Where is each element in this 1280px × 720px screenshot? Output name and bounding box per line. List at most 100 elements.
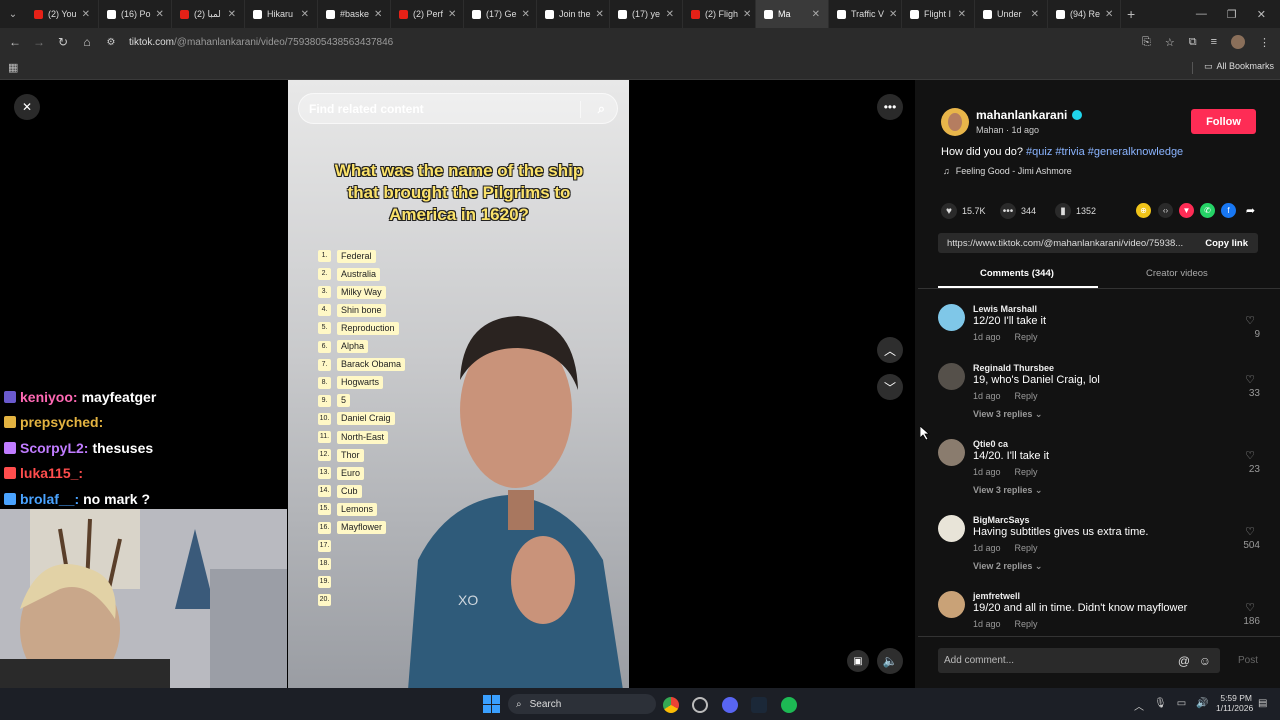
comment-avatar[interactable] (938, 439, 965, 466)
creator-avatar[interactable] (941, 108, 969, 136)
music-info[interactable]: ♫ Feeling Good - Jimi Ashmore (943, 166, 1072, 176)
comment-username[interactable]: Reginald Thursbee (973, 363, 1054, 373)
browser-tab[interactable]: (2) You ✕ (26, 0, 99, 28)
next-video-icon[interactable]: ﹀ (877, 374, 903, 400)
comment-reply-button[interactable]: Reply (1015, 543, 1038, 553)
embed-icon[interactable]: ‹› (1158, 203, 1173, 218)
tab-search-icon[interactable]: ⌄ (0, 9, 26, 20)
caption-hashtags[interactable]: #quiz #trivia #generalknowledge (1026, 146, 1183, 158)
facebook-icon[interactable]: f (1221, 203, 1236, 218)
comment-avatar[interactable] (938, 363, 965, 390)
view-replies-button[interactable]: View 3 replies ⌄ (973, 485, 1042, 496)
browser-tab[interactable]: #baske ✕ (318, 0, 391, 28)
tab-close-icon[interactable]: ✕ (812, 9, 820, 20)
post-button[interactable]: Post (1238, 655, 1258, 666)
tab-close-icon[interactable]: ✕ (958, 9, 966, 20)
close-icon[interactable]: ✕ (14, 94, 40, 120)
tab-close-icon[interactable]: ✕ (666, 9, 674, 20)
taskbar-search[interactable]: ⌕ Search (508, 694, 656, 714)
site-info-icon[interactable]: ⚙ (99, 37, 123, 48)
whatsapp-icon[interactable]: ✆ (1200, 203, 1215, 218)
view-replies-button[interactable]: View 3 replies ⌄ (973, 409, 1042, 420)
notification-icon[interactable]: ▤ (1258, 698, 1267, 709)
tab-close-icon[interactable]: ✕ (596, 9, 604, 20)
comment-reply-button[interactable]: Reply (1015, 619, 1038, 629)
tab-close-icon[interactable]: ✕ (228, 9, 236, 20)
save-stat[interactable]: ▮ 1352 (1055, 203, 1096, 219)
miniplayer-icon[interactable]: ▣ (847, 650, 869, 672)
find-related-search-input[interactable]: Find related content ⌕ (298, 93, 618, 124)
all-bookmarks[interactable]: ▭ All Bookmarks (1204, 61, 1274, 72)
discord-icon[interactable] (722, 697, 738, 713)
follow-button[interactable]: Follow (1191, 109, 1256, 134)
search-icon[interactable]: ⌕ (598, 101, 605, 117)
comment-reply-button[interactable]: Reply (1015, 467, 1038, 477)
comment-reply-button[interactable]: Reply (1015, 332, 1038, 342)
comment-avatar[interactable] (938, 304, 965, 331)
browser-tab[interactable]: (2) Fligh ✕ (683, 0, 756, 28)
tab-close-icon[interactable]: ✕ (889, 9, 897, 20)
home-icon[interactable]: ⌂ (75, 35, 99, 49)
emoji-icon[interactable]: ☺ (1199, 654, 1211, 668)
browser-tab[interactable]: (2) Perf ✕ (391, 0, 464, 28)
tab-close-icon[interactable]: ✕ (82, 9, 90, 20)
browser-tab[interactable]: Flight I ✕ (902, 0, 975, 28)
comment-like-icon[interactable]: ♡ (1240, 601, 1260, 614)
tab-close-icon[interactable]: ✕ (448, 9, 456, 20)
tab-close-icon[interactable]: ✕ (1031, 9, 1039, 20)
coin-share-icon[interactable]: ⊕ (1136, 203, 1151, 218)
forward-icon[interactable]: → (27, 35, 51, 49)
app-icon[interactable] (692, 697, 708, 713)
browser-tab[interactable]: (16) Po ✕ (99, 0, 172, 28)
url-field[interactable]: tiktok.com/@mahanlankarani/video/7593805… (129, 37, 393, 48)
minimize-icon[interactable]: — (1196, 8, 1207, 21)
mention-icon[interactable]: @ (1178, 654, 1190, 668)
spotify-icon[interactable] (781, 697, 797, 713)
volume-icon[interactable]: 🔈 (877, 648, 903, 674)
tab-close-icon[interactable]: ✕ (522, 9, 530, 20)
previous-video-icon[interactable]: ︿ (877, 337, 903, 363)
browser-tab[interactable]: Traffic V ✕ (829, 0, 902, 28)
media-controls-icon[interactable]: ≡ (1211, 36, 1217, 48)
browser-tab[interactable]: (17) Ge ✕ (464, 0, 537, 28)
comment-like-icon[interactable]: ♡ (1240, 314, 1260, 327)
tab-close-icon[interactable]: ✕ (156, 9, 164, 20)
comment-username[interactable]: Lewis Marshall (973, 304, 1037, 314)
comment-avatar[interactable] (938, 515, 965, 542)
view-replies-button[interactable]: View 2 replies ⌄ (973, 561, 1042, 572)
tab-comments[interactable]: Comments (344) (980, 268, 1054, 279)
tray-chevron-icon[interactable]: ︿ (1134, 698, 1144, 713)
browser-tab[interactable]: Ma ✕ (756, 0, 829, 28)
speaker-icon[interactable]: 🔊 (1196, 698, 1208, 713)
taskbar-clock[interactable]: 5:59 PM 1/11/2026 (1216, 693, 1253, 713)
comment-stat[interactable]: ••• 344 (1000, 203, 1036, 219)
tab-close-icon[interactable]: ✕ (743, 9, 751, 20)
extensions-icon[interactable]: ⧉ (1189, 36, 1197, 49)
browser-tab[interactable]: (94) Re ✕ (1048, 0, 1121, 28)
apps-grid-icon[interactable]: ▦ (8, 61, 18, 74)
send-icon[interactable]: ▼ (1179, 203, 1194, 218)
restore-icon[interactable]: ❐ (1227, 8, 1237, 21)
copy-link-button[interactable]: Copy link (1205, 238, 1248, 249)
back-icon[interactable]: ← (3, 35, 27, 49)
start-button-icon[interactable] (483, 695, 501, 713)
install-app-icon[interactable]: ⎘ (1142, 36, 1151, 49)
comment-username[interactable]: Qtie0 ca (973, 439, 1008, 449)
bookmark-star-icon[interactable]: ☆ (1165, 36, 1175, 49)
more-options-icon[interactable]: ••• (877, 94, 903, 120)
browser-tab[interactable]: (17) ye ✕ (610, 0, 683, 28)
tab-close-icon[interactable]: ✕ (301, 9, 309, 20)
comment-username[interactable]: jemfretwell (973, 591, 1020, 601)
comment-like-icon[interactable]: ♡ (1240, 525, 1260, 538)
new-tab-icon[interactable]: + (1127, 6, 1135, 22)
share-arrow-icon[interactable]: ➦ (1243, 203, 1258, 218)
close-window-icon[interactable]: ✕ (1257, 8, 1266, 21)
tab-close-icon[interactable]: ✕ (1105, 9, 1113, 20)
steam-icon[interactable] (751, 697, 767, 713)
add-comment-input[interactable]: Add comment... @ ☺ (938, 648, 1220, 673)
creator-username[interactable]: mahanlankarani (976, 108, 1083, 122)
tab-close-icon[interactable]: ✕ (374, 9, 382, 20)
network-icon[interactable]: ▭ (1177, 698, 1186, 713)
microphone-icon[interactable]: 🎙 (1154, 698, 1167, 713)
profile-avatar[interactable] (1231, 35, 1245, 49)
